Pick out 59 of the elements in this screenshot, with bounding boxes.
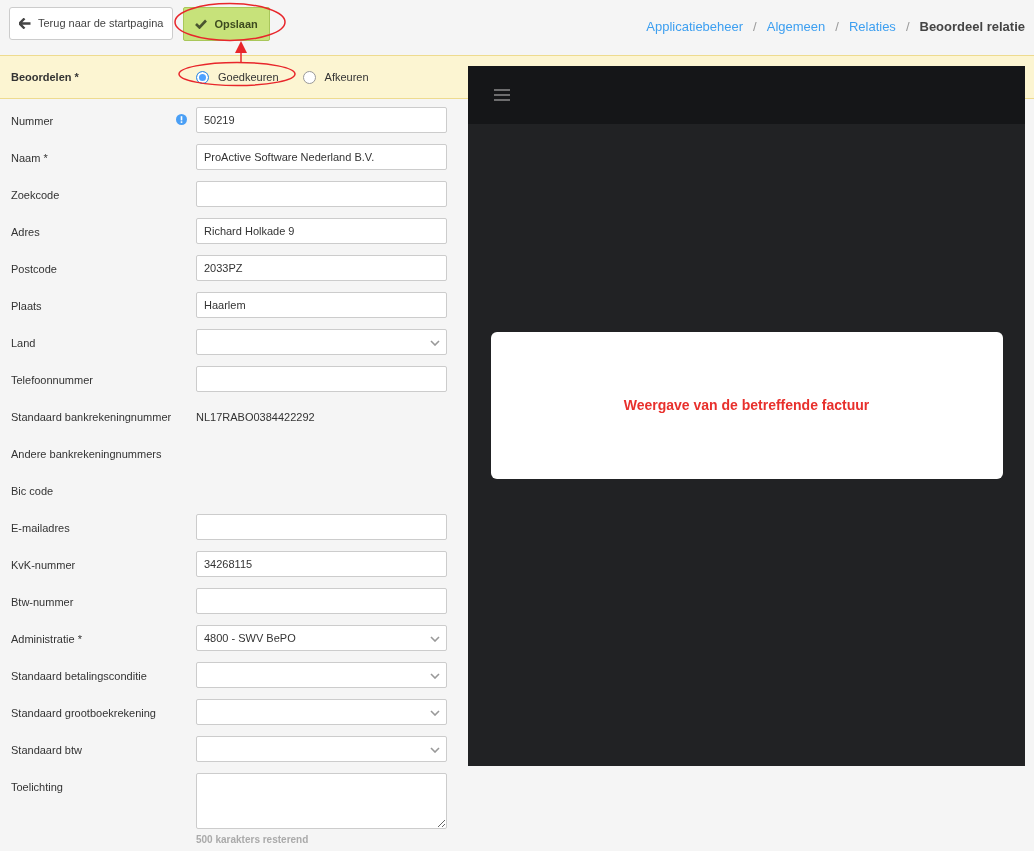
save-button[interactable]: Opslaan — [183, 7, 270, 41]
field-label: Zoekcode — [11, 188, 60, 203]
text-field[interactable]: 34268115 — [196, 551, 447, 577]
text-field[interactable] — [196, 514, 447, 540]
field-label: Postcode — [11, 262, 57, 277]
field-label: Standaard betalingsconditie — [11, 669, 147, 684]
field-label: Nummer — [11, 114, 54, 129]
radio-button[interactable] — [302, 70, 316, 84]
text-field[interactable] — [196, 181, 447, 207]
dropdown-field[interactable]: 4800 - SWV BePO — [196, 625, 447, 651]
back-button[interactable]: Terug naar de startpagina — [9, 7, 174, 40]
field-label: Naam * — [11, 151, 48, 166]
text-field[interactable]: Haarlem — [196, 292, 447, 318]
text-field[interactable]: 50219 — [196, 107, 447, 133]
field-label: KvK-nummer — [11, 558, 76, 573]
chevron-down-icon — [430, 747, 440, 753]
field-label: Plaats — [11, 299, 42, 314]
dropdown-field[interactable] — [196, 329, 447, 355]
field-label: Andere bankrekeningnummers — [11, 447, 162, 462]
chevron-down-icon — [430, 636, 440, 642]
field-label: Toelichting — [11, 780, 63, 795]
dropdown-field[interactable] — [196, 662, 447, 688]
field-label: Bic code — [11, 484, 54, 499]
field-label: Adres — [11, 225, 40, 240]
breadcrumb-current: Beoordeel relatie — [919, 18, 1025, 36]
field-label: E-mailadres — [11, 521, 70, 536]
field-label: Land — [11, 336, 36, 351]
field-label: Standaard btw — [11, 743, 82, 758]
dropdown-field[interactable] — [196, 699, 447, 725]
field-label: Administratie * — [11, 632, 82, 647]
breadcrumb-separator: / — [905, 18, 910, 36]
text-field[interactable]: Richard Holkade 9 — [196, 218, 447, 244]
field-label: Standaard grootboekrekening — [11, 706, 156, 721]
comment-field[interactable] — [196, 773, 447, 829]
field-label: Standaard bankrekeningnummer — [11, 410, 172, 425]
checkmark-icon — [195, 19, 208, 29]
menu-icon[interactable] — [494, 89, 510, 101]
radio-label[interactable]: Afkeuren — [324, 68, 369, 86]
chevron-down-icon — [430, 340, 440, 346]
field-label: Btw-nummer — [11, 595, 74, 610]
breadcrumb-separator: / — [753, 18, 757, 36]
chevron-down-icon — [430, 673, 440, 679]
radio-button[interactable] — [196, 70, 209, 84]
review-label: Beoordelen * — [11, 69, 80, 85]
field-label: Telefoonnummer — [11, 373, 93, 388]
invoice-placeholder-text: Weergave van de betreffende factuur — [623, 395, 870, 415]
breadcrumb-separator: / — [835, 18, 839, 36]
radio-label[interactable]: Goedkeuren — [218, 68, 279, 86]
text-field[interactable] — [196, 366, 447, 392]
text-field[interactable]: 2033PZ — [196, 255, 447, 281]
text-field[interactable]: ProActive Software Nederland B.V. — [196, 144, 447, 170]
field-value: NL17RABO0384422292 — [196, 410, 316, 425]
annotation-arrow — [235, 41, 247, 63]
info-icon[interactable] — [176, 114, 187, 125]
character-counter: 500 karakters resterend — [196, 833, 310, 847]
dropdown-field[interactable] — [196, 736, 447, 762]
text-field[interactable] — [196, 588, 447, 614]
chevron-down-icon — [430, 710, 440, 716]
arrow-left-icon — [19, 18, 31, 29]
